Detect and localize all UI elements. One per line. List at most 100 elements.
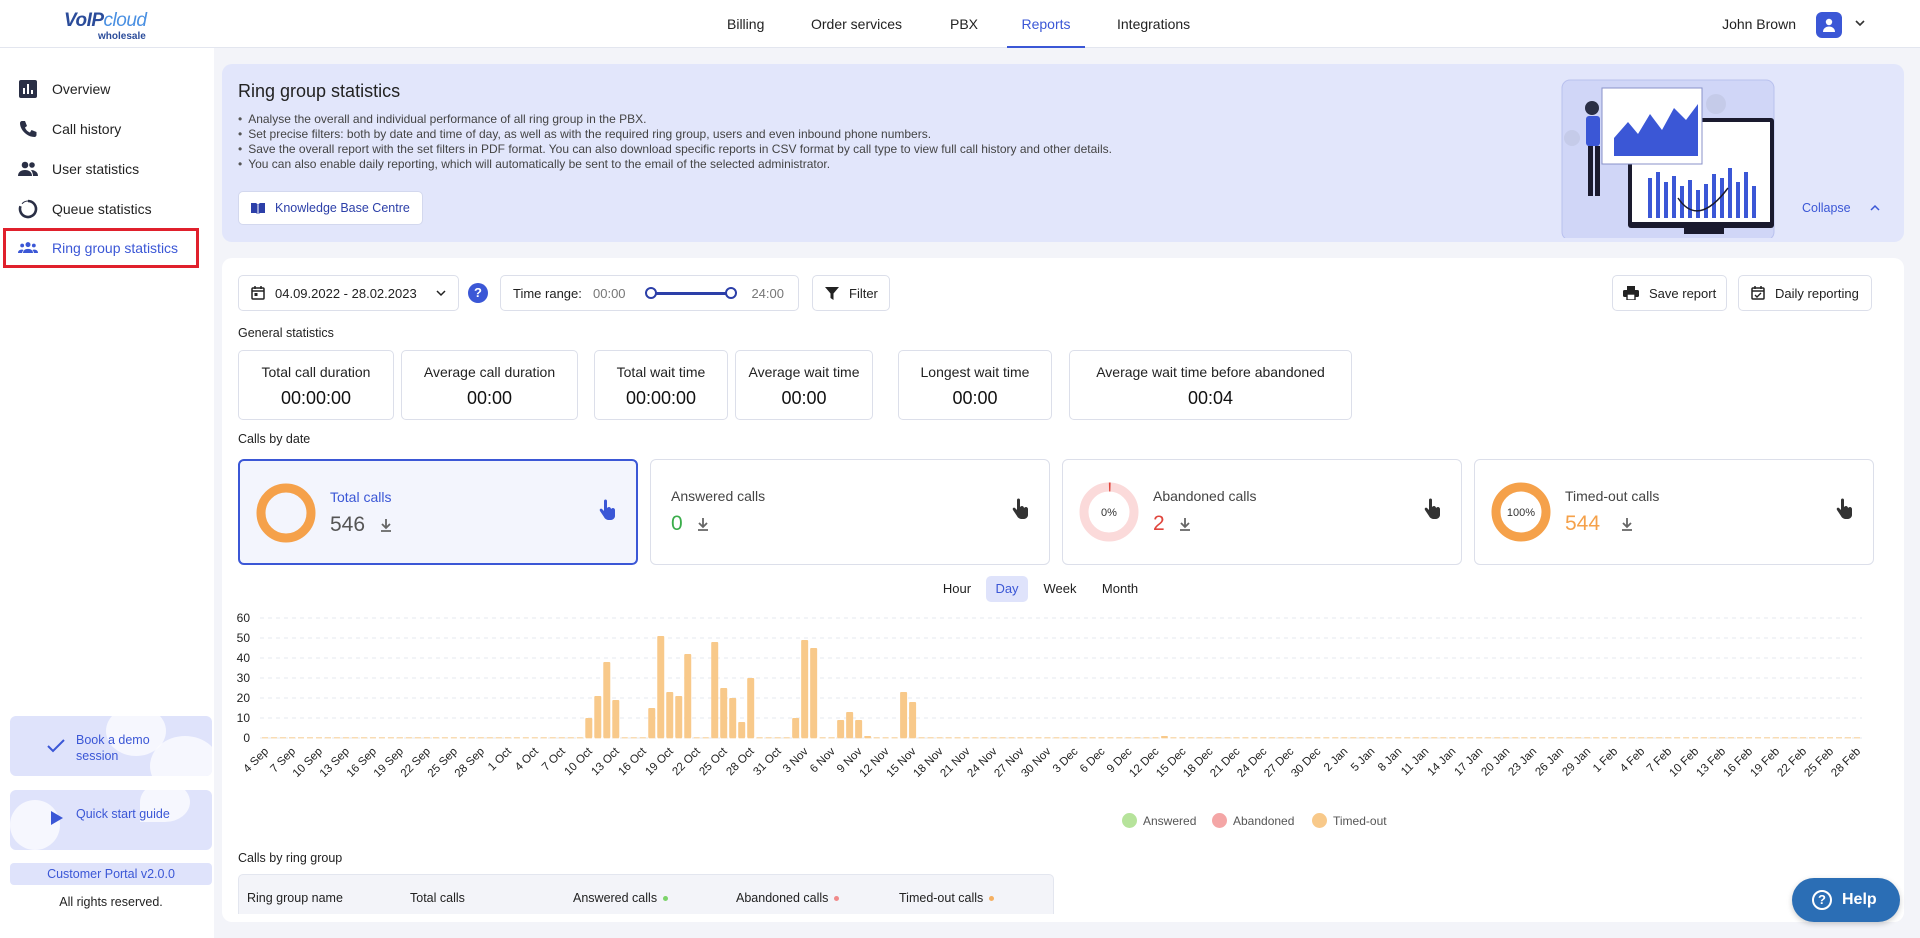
pointer-hand-icon[interactable] xyxy=(1423,498,1441,520)
nav-order-services[interactable]: Order services xyxy=(811,0,902,48)
book-demo-card[interactable]: Book a demo session xyxy=(10,716,212,776)
bar[interactable] xyxy=(711,642,719,738)
sidebar-item-queue-statistics[interactable]: Queue statistics xyxy=(0,190,214,228)
nav-pbx[interactable]: PBX xyxy=(950,0,978,48)
baseline-tick xyxy=(531,737,538,739)
baseline-tick xyxy=(1188,737,1195,739)
call-card-value: 2 xyxy=(1153,512,1165,535)
bar[interactable] xyxy=(738,722,746,738)
page-title: Ring group statistics xyxy=(238,81,401,101)
bar[interactable] xyxy=(909,702,917,738)
bar[interactable] xyxy=(801,640,809,738)
baseline-tick xyxy=(1629,737,1636,739)
knowledge-base-button[interactable]: Knowledge Base Centre xyxy=(238,191,423,225)
sidebar-item-call-history[interactable]: Call history xyxy=(0,110,214,148)
nav-reports[interactable]: Reports xyxy=(1007,0,1085,48)
bar[interactable] xyxy=(657,636,665,738)
call-card-value: 544 xyxy=(1565,512,1601,535)
baseline-tick xyxy=(1404,737,1411,739)
baseline-tick xyxy=(1593,737,1600,739)
bar[interactable] xyxy=(729,698,737,738)
bar[interactable] xyxy=(648,708,656,738)
baseline-tick xyxy=(1431,737,1438,739)
save-report-button[interactable]: Save report xyxy=(1612,275,1727,311)
call-card-label: Total calls xyxy=(330,489,392,505)
download-icon[interactable] xyxy=(1621,517,1633,531)
baseline-tick xyxy=(333,737,340,739)
bar[interactable] xyxy=(666,692,674,738)
bar[interactable] xyxy=(837,720,845,738)
total-calls-card[interactable]: Total calls 546 xyxy=(238,459,638,565)
download-icon[interactable] xyxy=(1179,517,1191,531)
col-abandoned-calls[interactable]: Abandoned calls xyxy=(736,891,840,905)
tab-month[interactable]: Month xyxy=(1092,576,1148,602)
bar[interactable] xyxy=(1160,736,1168,738)
sidebar-item-overview[interactable]: Overview xyxy=(0,70,214,108)
help-button[interactable]: ? Help xyxy=(1792,878,1900,922)
user-name[interactable]: John Brown xyxy=(1722,16,1796,32)
tab-week[interactable]: Week xyxy=(1034,576,1086,602)
timed-out-calls-donut: 100% xyxy=(1491,482,1551,542)
chevron-down-icon[interactable] xyxy=(1854,17,1866,29)
bar[interactable] xyxy=(675,696,683,738)
call-card-value: 0 xyxy=(671,512,683,535)
answered-calls-card[interactable]: Answered calls 0 xyxy=(650,459,1050,565)
tab-hour[interactable]: Hour xyxy=(934,576,980,602)
baseline-tick xyxy=(1071,737,1078,739)
bar[interactable] xyxy=(846,712,854,738)
col-answered-calls[interactable]: Answered calls xyxy=(573,891,669,905)
baseline-tick xyxy=(1485,737,1492,739)
daily-reporting-button[interactable]: Daily reporting xyxy=(1738,275,1872,311)
bar[interactable] xyxy=(612,700,620,738)
time-range-end-handle[interactable] xyxy=(725,287,737,299)
bar[interactable] xyxy=(585,718,593,738)
abandoned-calls-card[interactable]: 0% Abandoned calls 2 xyxy=(1062,459,1462,565)
col-ring-group-name[interactable]: Ring group name xyxy=(247,891,343,905)
bar[interactable] xyxy=(603,662,611,738)
x-tick-label: 28 Feb xyxy=(1829,746,1863,780)
baseline-tick xyxy=(1449,737,1456,739)
baseline-tick xyxy=(1314,737,1321,739)
col-timed-out-calls[interactable]: Timed-out calls xyxy=(899,891,995,905)
collapse-button[interactable]: Collapse xyxy=(1802,201,1880,215)
bar[interactable] xyxy=(855,720,863,738)
baseline-tick xyxy=(324,737,331,739)
baseline-tick xyxy=(1026,737,1033,739)
time-range-track[interactable] xyxy=(651,292,731,295)
baseline-tick xyxy=(774,737,781,739)
play-icon xyxy=(51,811,63,825)
pointer-hand-icon[interactable] xyxy=(598,499,616,521)
baseline-tick xyxy=(1638,737,1645,739)
pointer-hand-icon[interactable] xyxy=(1835,498,1853,520)
filter-button[interactable]: Filter xyxy=(812,275,890,311)
bar[interactable] xyxy=(810,648,818,738)
pointer-hand-icon[interactable] xyxy=(1011,498,1029,520)
queue-icon xyxy=(18,199,38,219)
bar[interactable] xyxy=(594,696,602,738)
x-tick-label: 4 Feb xyxy=(1618,746,1647,775)
bar[interactable] xyxy=(747,678,755,738)
bar[interactable] xyxy=(900,692,908,738)
sidebar-item-ring-group-statistics[interactable]: Ring group statistics xyxy=(3,228,199,268)
bar[interactable] xyxy=(792,718,800,738)
tab-day[interactable]: Day xyxy=(986,576,1028,602)
bar[interactable] xyxy=(864,736,872,738)
date-help-icon[interactable]: ? xyxy=(468,283,488,303)
brand-logo[interactable]: VoIPcloud wholesale xyxy=(64,6,156,42)
y-tick-label: 0 xyxy=(243,731,250,745)
bar[interactable] xyxy=(720,688,728,738)
quick-start-card[interactable]: Quick start guide xyxy=(10,790,212,850)
download-icon[interactable] xyxy=(380,518,392,532)
download-icon[interactable] xyxy=(697,517,709,531)
user-avatar[interactable] xyxy=(1816,12,1842,38)
time-range-start-handle[interactable] xyxy=(645,287,657,299)
nav-integrations[interactable]: Integrations xyxy=(1117,0,1190,48)
bar[interactable] xyxy=(684,654,692,738)
x-tick-label: 10 Oct xyxy=(562,745,595,778)
date-range-picker[interactable]: 04.09.2022 - 28.02.2023 xyxy=(238,275,459,311)
baseline-tick xyxy=(765,737,772,739)
col-total-calls[interactable]: Total calls xyxy=(410,891,465,905)
sidebar-item-user-statistics[interactable]: User statistics xyxy=(0,150,214,188)
nav-billing[interactable]: Billing xyxy=(727,0,764,48)
timed-out-calls-card[interactable]: 100% Timed-out calls 544 xyxy=(1474,459,1874,565)
